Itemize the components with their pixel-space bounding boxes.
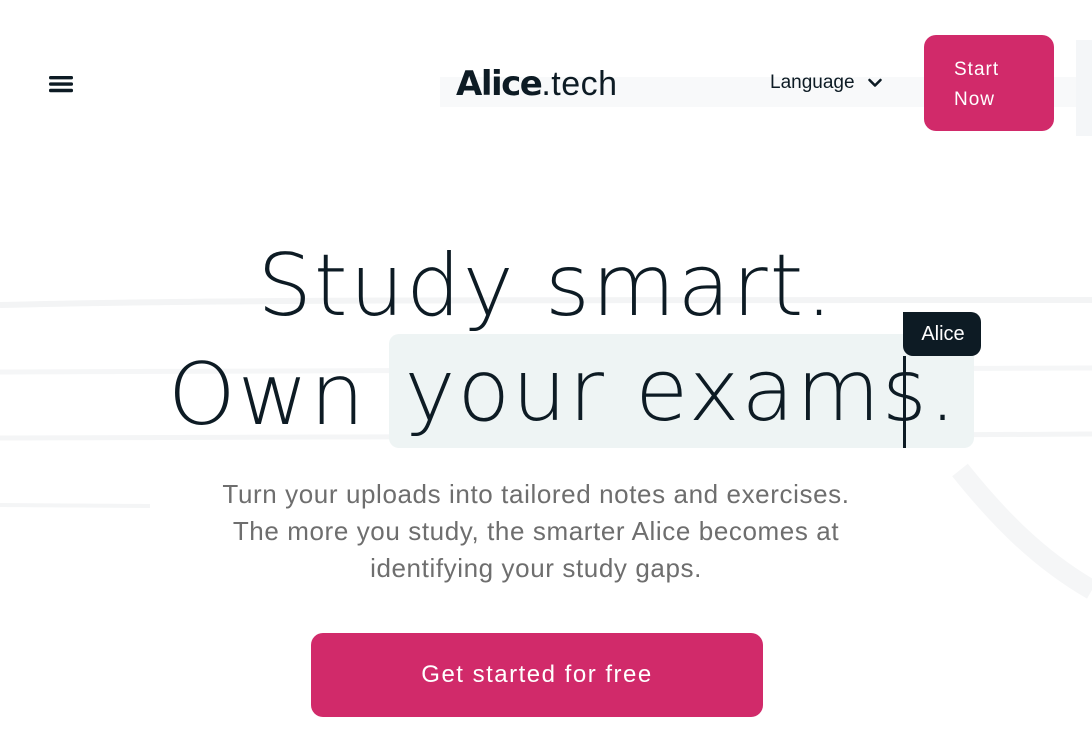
get-started-button[interactable]: Get started for free xyxy=(311,633,763,717)
chevron-down-icon xyxy=(867,75,883,91)
hamburger-menu-icon xyxy=(49,76,73,93)
start-now-label-line1: Start xyxy=(954,59,1000,80)
alice-tech-logo[interactable]: Alice .tech xyxy=(456,62,618,106)
subtext-line: identifying your study gaps. xyxy=(370,553,702,583)
hero-subtext: Turn your uploads into tailored notes an… xyxy=(146,476,926,587)
headline-highlight-text: your exams. xyxy=(404,341,959,441)
subtext-line: Turn your uploads into tailored notes an… xyxy=(222,479,850,509)
header-edge-strip xyxy=(1076,40,1092,136)
headline-highlight: your exams. xyxy=(388,334,975,448)
subtext-line: The more you study, the smarter Alice be… xyxy=(232,516,840,546)
logo-suffix-text: .tech xyxy=(541,65,618,103)
language-selector[interactable]: Language xyxy=(770,68,883,98)
start-now-label-line2: Now xyxy=(954,89,996,110)
headline-own-word: Own xyxy=(168,345,367,445)
cursor-name-tag: Alice xyxy=(903,312,981,356)
typing-cursor xyxy=(903,356,906,448)
start-now-button[interactable]: Start Now xyxy=(924,35,1054,131)
language-label: Language xyxy=(770,72,855,93)
headline-line-2: Own your exams. xyxy=(168,334,975,448)
logo-brand-text: Alice xyxy=(456,64,543,104)
hamburger-menu-button[interactable] xyxy=(46,70,76,98)
landing-page: Alice .tech Language Start Now Study smar… xyxy=(0,0,1092,752)
